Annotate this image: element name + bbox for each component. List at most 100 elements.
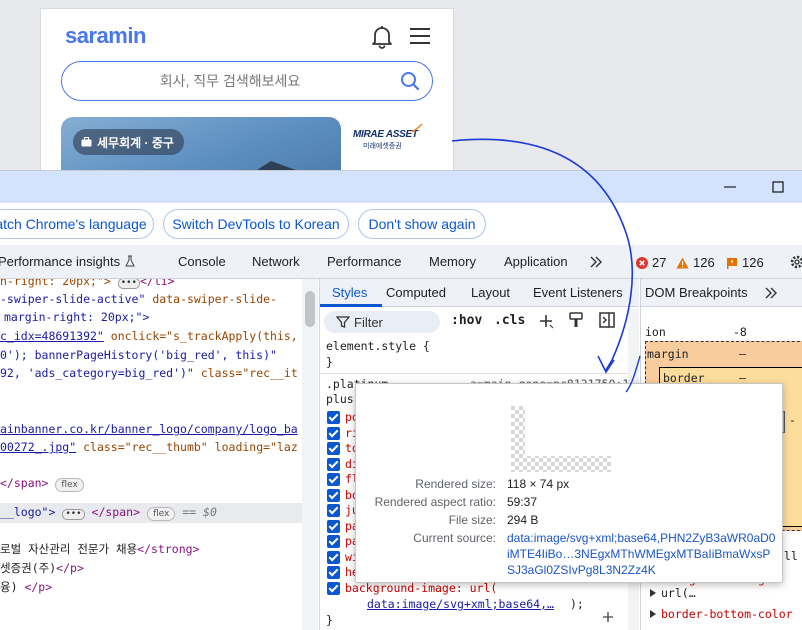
background-image-value-link[interactable]: data:image/svg+xml;base64,… [367,597,554,611]
search-icon[interactable] [400,71,420,91]
tab-console[interactable]: Console [178,254,226,269]
tab-memory[interactable]: Memory [429,254,476,269]
code-line[interactable]: ainbanner.co.kr/banner_logo/company/logo… [0,422,298,436]
file-size-value: 294 B [507,513,539,527]
settings-gear-icon[interactable] [789,254,802,270]
content-dash: - [789,413,796,427]
current-source-value[interactable]: data:image/svg+xml;base64,PHN2ZyB3aWR0aD… [507,530,777,578]
styles-subtabs: Styles Computed Layout Event Listeners [320,279,639,307]
code-line[interactable]: 융) </p> [0,579,52,595]
saramin-logo[interactable]: saramin [65,23,146,49]
hamburger-menu-icon[interactable] [407,24,433,48]
styles-filter-input[interactable] [354,314,434,330]
match-chrome-language-button[interactable]: atch Chrome's language [0,209,154,239]
expand-triangle-icon[interactable] [649,589,657,597]
toggle-sidebar-icon[interactable] [599,312,615,328]
property-checkbox[interactable] [327,458,340,471]
hover-state-toggle[interactable]: :hov [451,313,482,328]
rendered-size-value: 118 × 74 px [507,477,570,491]
flask-icon [124,255,135,267]
code-text: </li> [139,279,175,288]
margin-value: – [739,347,746,361]
subtab-computed[interactable]: Computed [386,285,446,300]
warning-icon [676,257,689,268]
elements-scrollbar[interactable] [302,279,318,630]
code-line[interactable]: n-right: 20px;"> ••• </li> [0,279,175,289]
window-titlebar [0,171,802,203]
dont-show-again-button[interactable]: Don't show again [358,209,486,239]
banner-tag: 세무회계 · 중구 [73,129,184,155]
element-style-selector[interactable]: element.style { [326,339,430,353]
bell-icon[interactable] [367,23,397,49]
property-checkbox[interactable] [327,551,340,564]
search-input[interactable] [80,70,380,92]
property-checkbox[interactable] [327,427,340,440]
subtab-event-listeners[interactable]: Event Listeners [533,285,623,300]
filter-funnel-icon [336,316,350,328]
more-tabs-chevron-icon[interactable] [589,256,603,268]
code-line[interactable]: -swiper-slide-active" data-swiper-slide- [0,292,277,306]
background-image-property[interactable]: background-image: url( [345,581,497,595]
property-checkbox[interactable] [327,535,340,548]
file-size-label: File size: [448,513,496,527]
computed-url-value[interactable]: url(… [661,586,696,600]
property-checkbox[interactable] [327,442,340,455]
warning-count[interactable]: 126 [676,255,715,270]
computed-border-bottom[interactable]: border-bottom-color [661,607,793,621]
tab-performance[interactable]: Performance [327,254,401,269]
code-text: </p> [56,561,84,575]
styles-filter [324,311,440,333]
code-line[interactable]: 00272_.jpg" class="rec__thumb" loading="… [0,440,298,454]
property-checkbox[interactable] [327,520,340,533]
tab-application[interactable]: Application [504,254,568,269]
position-label: ion [645,325,666,339]
subtab-styles[interactable]: Styles [332,285,367,300]
code-text: </p> [24,580,53,594]
paint-brush-icon[interactable] [569,312,583,328]
rule-divider [320,373,628,374]
error-count[interactable]: 27 [636,255,666,270]
rule-close-brace: } [326,613,333,627]
code-line[interactable]: 0'); bannerPageHistory('big_red', this)" [0,348,277,362]
property-checkbox[interactable] [327,489,340,502]
image-src-link[interactable]: 00272_.jpg" [0,440,76,454]
code-text: data-swiper-slide- [152,292,277,306]
subtab-dom-breakpoints[interactable]: DOM Breakpoints [645,285,748,300]
code-text: onclick="s_trackApply(this, [110,329,298,343]
code-line[interactable]: __logo"> ••• </span> flex == $0 [0,505,217,521]
tab-performance-insights[interactable]: Performance insights [0,254,136,269]
code-line[interactable]: 로벌 자산관리 전문가 채용</strong> [0,541,199,557]
image-src-link[interactable]: ainbanner.co.kr/banner_logo/company/logo… [0,422,298,436]
property-checkbox[interactable] [327,473,340,486]
current-source-label: Current source: [413,531,496,545]
code-line[interactable]: c_idx=48691392" onclick="s_trackApply(th… [0,329,298,343]
code-line[interactable]: 92, 'ads_category=big_red')" class="rec_… [0,366,298,380]
code-line[interactable]: margin-right: 20px;"> [4,310,149,324]
minimize-icon[interactable] [722,179,738,195]
maximize-icon[interactable] [770,179,786,195]
tab-network[interactable]: Network [252,254,300,269]
class-toggle[interactable]: .cls [494,313,525,328]
more-subtabs-chevron-icon[interactable] [764,287,778,299]
switch-to-korean-button[interactable]: Switch DevTools to Korean [163,209,349,239]
flex-badge[interactable]: flex [55,478,84,492]
issue-count-value: 126 [742,255,764,270]
image-thumbnail-preview [511,406,611,472]
property-checkbox[interactable] [327,411,340,424]
collapsed-ellipsis[interactable]: ••• [117,279,140,289]
add-property-plus-icon[interactable] [602,611,614,623]
subtab-layout[interactable]: Layout [471,285,510,300]
new-rule-plus-icon[interactable] [538,313,554,329]
code-line[interactable]: 셋증권(주)</p> [0,560,84,576]
property-checkbox[interactable] [327,566,340,579]
code-text: margin-right: 20px;"> [4,310,150,324]
elements-scrollbar-thumb[interactable] [305,291,315,327]
collapsed-ellipsis[interactable]: ••• [62,509,85,520]
property-checkbox[interactable] [327,504,340,517]
issue-count[interactable]: 126 [726,255,764,270]
property-end: ); [570,597,584,611]
code-line[interactable]: </span> flex [0,476,84,492]
property-checkbox[interactable] [327,582,340,595]
expand-triangle-icon[interactable] [649,610,657,618]
flex-badge[interactable]: flex [146,507,176,521]
